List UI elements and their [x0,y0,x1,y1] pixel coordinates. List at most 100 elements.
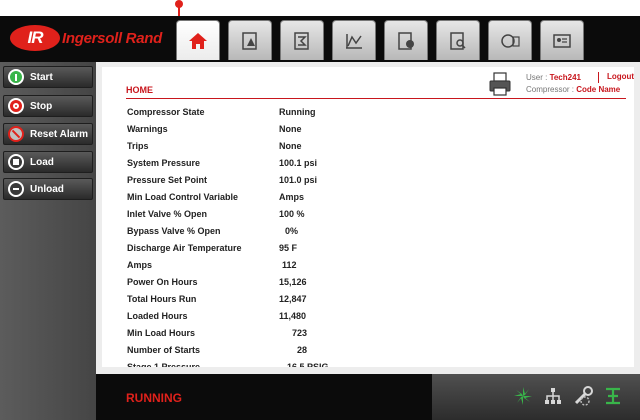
row-label: Discharge Air Temperature [127,243,242,253]
printer-icon[interactable] [488,71,512,97]
compressor-config-icon [501,33,520,48]
main-tabs [176,20,592,60]
table-row: Warnings None [127,124,427,138]
start-button[interactable]: Start [3,66,93,88]
unload-button[interactable]: Unload [3,178,93,200]
row-value: Amps [279,192,305,202]
logo-text: Ingersoll Rand [62,29,162,47]
row-value: 0% [285,226,299,236]
row-label: Inlet Valve % Open [127,209,208,219]
compressor-value: Code Name [576,85,621,94]
load-icon [8,154,24,170]
table-row: Total Hours Run 12,847 [127,294,427,308]
table-row: Inlet Valve % Open 100 % [127,209,427,223]
row-value: 112 [282,260,297,270]
row-label: System Pressure [127,158,201,168]
row-value: 11,480 [279,311,307,321]
tab-alarm-log[interactable] [228,20,272,60]
row-label: Min Load Control Variable [127,192,239,202]
reset-alarm-icon [8,126,24,142]
main-content: HOME User : Tech241 Compressor : Code Na… [96,62,640,420]
table-row: Compressor State Running [127,107,427,121]
table-row: Pressure Set Point 101.0 psi [127,175,427,189]
row-value: 95 F [279,243,298,253]
network-icon[interactable] [542,385,564,407]
setpoints-icon [294,31,309,50]
user-label: User : [526,73,550,82]
logout-link[interactable]: Logout [607,72,634,81]
home-icon [189,32,207,49]
tab-setpoints[interactable] [280,20,324,60]
brand-logo: IR Ingersoll Rand [10,22,162,54]
table-row: Bypass Valve % Open 0% [127,226,427,240]
table-row: Min Load Control Variable Amps [127,192,427,206]
tab-maintenance[interactable] [384,20,428,60]
power-on-icon [8,69,24,85]
row-value: 15,126 [279,277,307,287]
tab-trend[interactable] [332,20,376,60]
header-marker-line [178,6,180,16]
action-sidebar: Start Stop Reset Alarm Load Unload [0,62,96,420]
running-status: RUNNING [126,391,182,405]
table-row: Trips None [127,141,427,155]
row-label: Loaded Hours [127,311,188,321]
row-value: 12,847 [279,294,307,304]
row-label: Bypass Valve % Open [127,226,221,236]
table-row: Amps 112 [127,260,427,274]
table-row: Discharge Air Temperature 95 F [127,243,427,257]
row-label: Stage 1 Pressure [127,362,201,367]
reset-alarm-label: Reset Alarm [30,128,88,140]
tab-home[interactable] [176,20,220,60]
title-divider [126,98,626,99]
unload-label: Unload [30,183,64,195]
tab-user-profile[interactable] [540,20,584,60]
row-label: Total Hours Run [127,294,197,304]
user-profile-icon [553,33,571,48]
row-label: Amps [127,260,153,270]
table-row: Power On Hours 15,126 [127,277,427,291]
start-label: Start [30,71,53,83]
row-label: Min Load Hours [127,328,195,338]
row-value: 16.5 PSIG [287,362,329,367]
table-row: Min Load Hours 723 [127,328,427,342]
table-row: System Pressure 100.1 psi [127,158,427,172]
home-panel: HOME User : Tech241 Compressor : Code Na… [102,67,634,367]
load-indicator-icon[interactable] [602,385,624,407]
row-label: Pressure Set Point [127,175,208,185]
row-label: Trips [127,141,149,151]
alarm-log-icon [242,31,257,50]
service-wrench-icon[interactable] [572,385,594,407]
row-label: Compressor State [127,107,205,117]
user-value: Tech241 [549,73,581,82]
row-label: Power On Hours [127,277,198,287]
footer-icon-tray [432,374,640,420]
row-value: 101.0 psi [279,175,318,185]
row-value: Running [279,107,316,117]
tab-report[interactable] [436,20,480,60]
maintenance-icon [398,31,414,50]
trend-chart-icon [346,33,362,49]
row-value: None [279,141,302,151]
header-separator [598,72,599,83]
load-button[interactable]: Load [3,151,93,173]
reset-alarm-button[interactable]: Reset Alarm [3,123,93,145]
stop-icon [8,98,24,114]
load-label: Load [30,156,54,168]
table-row: Number of Starts 28 [127,345,427,359]
logo-mark: IR [10,25,60,51]
stop-button[interactable]: Stop [3,95,93,117]
row-label: Number of Starts [127,345,201,355]
row-value: 28 [297,345,308,355]
row-value: 723 [292,328,308,338]
row-label: Warnings [127,124,168,134]
stop-label: Stop [30,100,53,112]
status-bar: RUNNING [96,374,432,420]
row-value: 100.1 psi [279,158,318,168]
fan-icon[interactable] [512,385,534,407]
compressor-label: Compressor : [526,85,577,94]
row-value: None [279,124,302,134]
page-title: HOME [126,85,153,95]
table-row: Loaded Hours 11,480 [127,311,427,325]
unload-icon [8,181,24,197]
tab-compressor-config[interactable] [488,20,532,60]
